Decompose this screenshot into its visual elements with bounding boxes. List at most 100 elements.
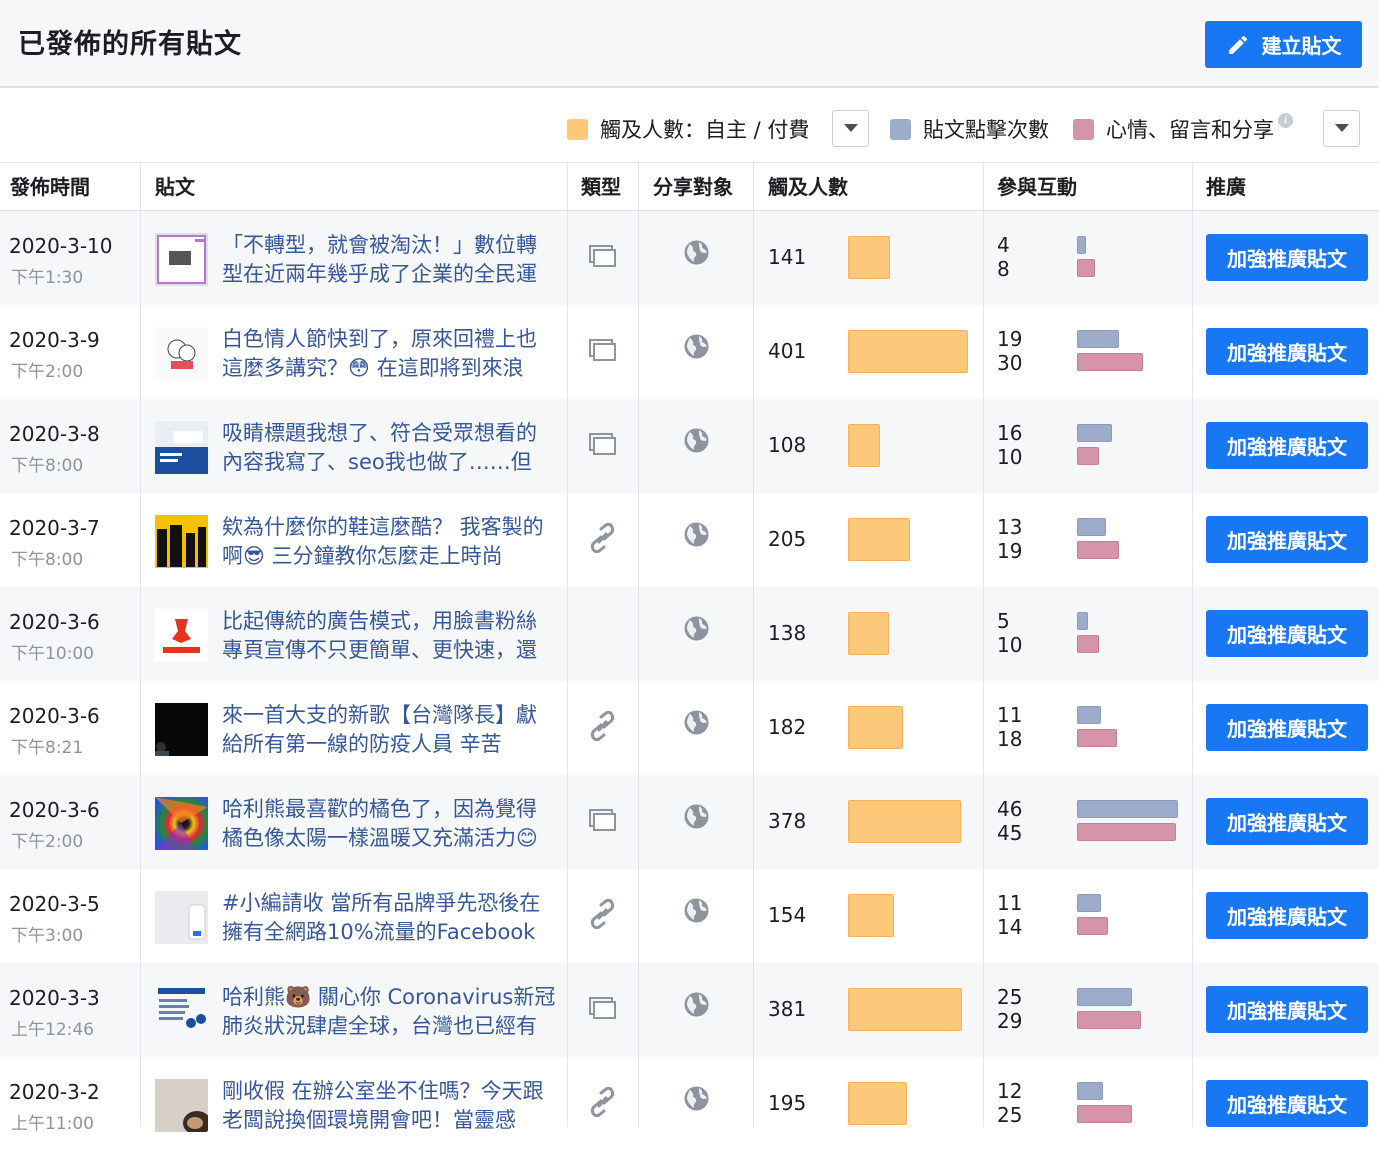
reach-bar	[848, 330, 968, 373]
post-text-link[interactable]: 比起傳統的廣告模式，用臉書粉絲專頁宣傳不只更簡單、更快速，還	[222, 607, 557, 665]
album-icon	[589, 245, 616, 271]
post-time: 下午3:00	[11, 926, 84, 946]
clicks-count: 46	[997, 797, 1023, 821]
boost-post-button[interactable]: 加強推廣貼文	[1206, 516, 1368, 563]
globe-icon	[684, 710, 709, 739]
reactions-count: 10	[997, 445, 1023, 469]
table-row: 2020-3-6 下午10:00 比起傳統的廣告模式，用臉書粉絲專頁宣傳不只更簡單、…	[0, 587, 1379, 681]
legend-reach: 觸及人數：自主 / 付費	[567, 114, 809, 144]
post-time: 下午1:30	[11, 268, 84, 288]
globe-icon	[684, 804, 709, 833]
legend-reach-swatch	[567, 118, 588, 140]
clicks-bar	[1077, 330, 1119, 348]
clicks-bar	[1077, 800, 1178, 818]
album-icon	[589, 997, 616, 1023]
reach-bar	[848, 612, 889, 655]
boost-post-button[interactable]: 加強推廣貼文	[1206, 892, 1368, 939]
post-thumbnail[interactable]	[155, 985, 208, 1038]
clicks-bar	[1077, 706, 1101, 724]
boost-post-button[interactable]: 加強推廣貼文	[1206, 328, 1368, 375]
post-text-link[interactable]: 「不轉型，就會被淘汰！」數位轉型在近兩年幾乎成了企業的全民運	[222, 231, 557, 289]
post-thumbnail[interactable]	[155, 233, 208, 286]
boost-post-button[interactable]: 加強推廣貼文	[1206, 986, 1368, 1033]
reach-bar	[848, 424, 880, 467]
reactions-count: 25	[997, 1103, 1023, 1127]
clicks-count: 11	[997, 891, 1023, 915]
boost-post-button[interactable]: 加強推廣貼文	[1206, 1080, 1368, 1127]
post-text-link[interactable]: #小編請收 當所有品牌爭先恐後在擁有全網路10%流量的Facebook	[222, 889, 557, 947]
post-text-link[interactable]: 白色情人節快到了，原來回禮上也這麼多講究？😳 在這即將到來浪	[222, 325, 557, 383]
post-text-link[interactable]: 欸為什麼你的鞋這麼酷？ 我客製的啊😎 三分鐘教你怎麼走上時尚	[222, 513, 557, 571]
clicks-bar	[1077, 612, 1088, 630]
reactions-count: 18	[997, 727, 1023, 751]
col-reach[interactable]: 觸及人數	[768, 163, 848, 211]
globe-icon	[684, 1086, 709, 1115]
reach-count: 205	[768, 527, 807, 551]
col-type: 類型	[581, 175, 621, 199]
boost-post-button[interactable]: 加強推廣貼文	[1206, 704, 1368, 751]
post-date: 2020-3-6	[9, 798, 100, 822]
globe-icon	[684, 334, 709, 363]
reactions-count: 14	[997, 915, 1023, 939]
post-time: 下午2:00	[11, 362, 84, 382]
reactions-count: 29	[997, 1009, 1023, 1033]
reach-count: 401	[768, 339, 807, 363]
post-time: 下午8:00	[11, 550, 84, 570]
post-time: 上午12:46	[11, 1020, 94, 1040]
reach-count: 108	[768, 433, 807, 457]
engagement-metric-dropdown[interactable]	[1323, 110, 1360, 147]
create-post-label: 建立貼文	[1261, 34, 1342, 58]
post-thumbnail[interactable]	[155, 891, 208, 944]
post-thumbnail[interactable]	[155, 1079, 208, 1132]
create-post-button[interactable]: 建立貼文	[1205, 21, 1362, 68]
reactions-bar	[1077, 729, 1117, 747]
legend-clicks-label: 貼文點擊次數	[923, 118, 1049, 142]
post-thumbnail[interactable]	[155, 797, 208, 850]
post-text-link[interactable]: 哈利熊最喜歡的橘色了，因為覺得橘色像太陽一樣溫暖又充滿活力😊	[222, 795, 557, 853]
post-text-link[interactable]: 來一首大支的新歌【台灣隊長】獻給所有第一線的防疫人員 辛苦	[222, 701, 557, 759]
table-row: 2020-3-5 下午3:00 #小編請收 當所有品牌爭先恐後在擁有全網路10%流量…	[0, 869, 1379, 963]
globe-icon	[684, 616, 709, 645]
legend-engagement-label: 心情、留言和分享	[1106, 118, 1274, 142]
boost-post-button[interactable]: 加強推廣貼文	[1206, 798, 1368, 845]
boost-post-button[interactable]: 加強推廣貼文	[1206, 610, 1368, 657]
col-promote: 推廣	[1206, 175, 1246, 199]
post-text-link[interactable]: 剛收假 在辦公室坐不住嗎？今天跟老闆說換個環境開會吧！當靈感	[222, 1077, 557, 1135]
table-row: 2020-3-7 下午8:00 欸為什麼你的鞋這麼酷？ 我客製的啊😎 三分鐘教你怎麼…	[0, 493, 1379, 587]
pencil-icon	[1226, 33, 1250, 57]
post-text-link[interactable]: 吸睛標題我想了、符合受眾想看的內容我寫了、seo我也做了……但	[222, 419, 557, 477]
post-date: 2020-3-6	[9, 610, 100, 634]
clicks-bar	[1077, 236, 1086, 254]
col-published[interactable]: 發佈時間	[10, 163, 90, 211]
boost-post-button[interactable]: 加強推廣貼文	[1206, 422, 1368, 469]
reach-count: 154	[768, 903, 807, 927]
col-engagement[interactable]: 參與互動	[997, 163, 1077, 211]
post-text-link[interactable]: 哈利熊🐻 關心你 Coronavirus新冠肺炎狀況肆虐全球，台灣也已經有	[222, 983, 557, 1041]
post-thumbnail[interactable]	[155, 609, 208, 662]
reactions-count: 19	[997, 539, 1023, 563]
post-date: 2020-3-8	[9, 422, 100, 446]
album-icon	[589, 809, 616, 835]
globe-icon	[684, 898, 709, 927]
post-thumbnail[interactable]	[155, 515, 208, 568]
album-icon	[589, 433, 616, 459]
post-date: 2020-3-5	[9, 892, 100, 916]
clicks-count: 25	[997, 985, 1023, 1009]
caret-down-icon	[1334, 124, 1349, 132]
post-date: 2020-3-3	[9, 986, 100, 1010]
reach-bar	[848, 518, 910, 561]
globe-icon	[684, 428, 709, 457]
table-row: 2020-3-2 上午11:00 剛收假 在辦公室坐不住嗎？今天跟老闆說換個環境開會…	[0, 1057, 1379, 1151]
post-thumbnail[interactable]	[155, 703, 208, 756]
column-divider	[983, 162, 984, 1127]
legend-clicks-swatch	[890, 118, 911, 140]
post-thumbnail[interactable]	[155, 421, 208, 474]
reactions-bar	[1077, 1011, 1141, 1029]
reactions-bar	[1077, 917, 1108, 935]
reactions-count: 45	[997, 821, 1023, 845]
info-icon[interactable]: i	[1278, 112, 1293, 128]
post-date: 2020-3-10	[9, 234, 113, 258]
reach-metric-dropdown[interactable]	[832, 110, 869, 147]
boost-post-button[interactable]: 加強推廣貼文	[1206, 234, 1368, 281]
post-thumbnail[interactable]	[155, 327, 208, 380]
